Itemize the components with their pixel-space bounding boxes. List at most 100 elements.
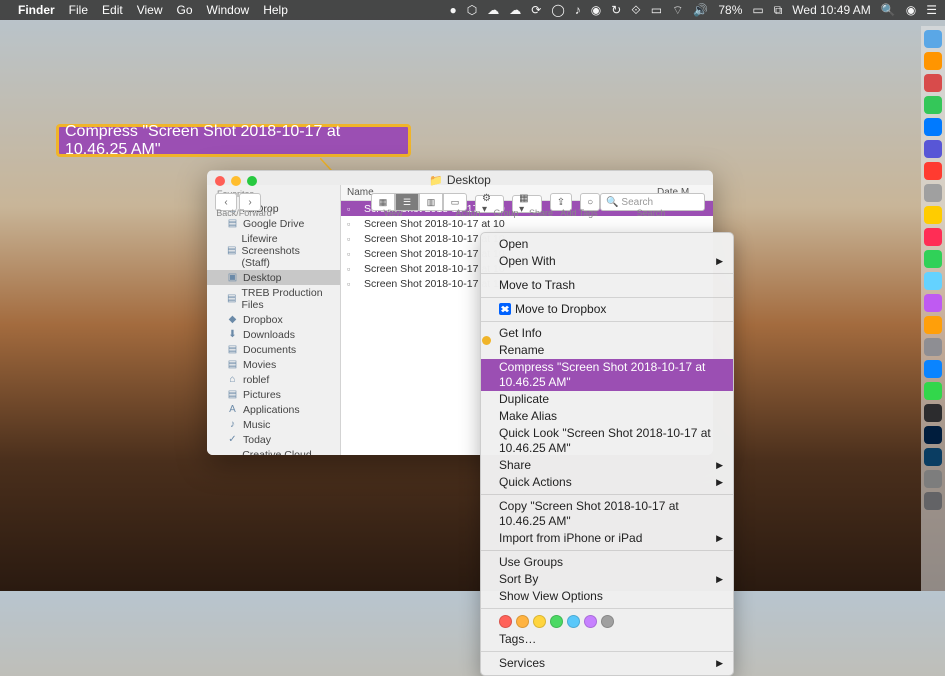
dock-app-icon[interactable] [924, 228, 942, 246]
services-menu-item[interactable]: Services▶ [481, 655, 733, 672]
switch-icon[interactable]: ⧉ [774, 3, 783, 18]
sidebar-item[interactable]: ⬇Downloads [207, 327, 340, 342]
spotlight-icon[interactable]: 🔍 [881, 3, 896, 17]
dock-app-icon[interactable] [924, 30, 942, 48]
dock-app-icon[interactable] [924, 426, 942, 444]
context-menu-item[interactable]: Move to Trash [481, 277, 733, 294]
volume-icon[interactable]: 🔊 [693, 3, 708, 17]
sidebar-item-label: TREB Production Files [241, 287, 330, 311]
menu-view[interactable]: View [137, 3, 163, 17]
context-menu-item[interactable]: Duplicate [481, 391, 733, 408]
dock-app-icon[interactable] [924, 360, 942, 378]
menu-file[interactable]: File [69, 3, 88, 17]
dock-app-icon[interactable] [924, 206, 942, 224]
mic-icon[interactable]: ◉ [591, 3, 601, 17]
context-menu-item[interactable]: Compress "Screen Shot 2018-10-17 at 10.4… [481, 359, 733, 391]
menu-separator [481, 321, 733, 322]
tag-color-dot[interactable] [533, 615, 546, 628]
context-menu-item[interactable]: Share▶ [481, 457, 733, 474]
sidebar-item[interactable]: ◆Dropbox [207, 312, 340, 327]
submenu-arrow-icon: ▶ [716, 475, 723, 490]
sidebar-item-icon: ⌂ [227, 374, 238, 385]
sync-icon[interactable]: ⟳ [531, 3, 541, 17]
timemachine-icon[interactable]: ↻ [611, 3, 621, 17]
sidebar-item[interactable]: ✓Today [207, 432, 340, 447]
dropbox-icon[interactable]: ⬡ [467, 3, 477, 17]
dock-app-icon[interactable] [924, 96, 942, 114]
sidebar-item[interactable]: ▤Movies [207, 357, 340, 372]
toolbar-labels: Back/Forward View Action Group Share Add… [215, 208, 705, 218]
dock-app-icon[interactable] [924, 250, 942, 268]
bell-icon[interactable]: ♪ [575, 3, 581, 17]
callout-highlight: Compress "Screen Shot 2018-10-17 at 10.4… [56, 124, 411, 157]
menu-window[interactable]: Window [207, 3, 250, 17]
sidebar-item[interactable]: AApplications [207, 402, 340, 417]
dock-app-icon[interactable] [924, 74, 942, 92]
airplay-icon[interactable]: ▭ [651, 3, 662, 17]
dock-app-icon[interactable] [924, 404, 942, 422]
dock-app-icon[interactable] [924, 162, 942, 180]
sidebar-item[interactable]: ▤Lifewire Screenshots (Staff) [207, 231, 340, 270]
tag-color-dot[interactable] [516, 615, 529, 628]
cloud-icon[interactable]: ☁ [487, 3, 499, 17]
submenu-arrow-icon: ▶ [716, 254, 723, 269]
battery-percent[interactable]: 78% [718, 3, 742, 17]
siri-icon[interactable]: ◉ [906, 3, 916, 17]
context-menu-item[interactable]: Rename [481, 342, 733, 359]
dock-app-icon[interactable] [924, 184, 942, 202]
dock-app-icon[interactable] [924, 382, 942, 400]
dock-app-icon[interactable] [924, 272, 942, 290]
context-menu-item[interactable]: Open [481, 236, 733, 253]
context-menu-item[interactable]: Sort By▶ [481, 571, 733, 588]
sidebar-item[interactable]: ▤Google Drive [207, 216, 340, 231]
sidebar-item[interactable]: ▣Desktop [207, 270, 340, 285]
context-menu-item[interactable]: Quick Look "Screen Shot 2018-10-17 at 10… [481, 425, 733, 457]
context-menu-item[interactable]: Get Info [481, 325, 733, 342]
context-menu-item[interactable]: Copy "Screen Shot 2018-10-17 at 10.46.25… [481, 498, 733, 530]
sidebar-item[interactable]: ▤Pictures [207, 387, 340, 402]
sidebar-item[interactable]: ▤Creative Cloud Files [207, 447, 340, 455]
tag-color-dot[interactable] [601, 615, 614, 628]
dock-app-icon[interactable] [924, 118, 942, 136]
file-name: Screen Shot 2018-10-17 at 10 [364, 218, 505, 230]
dock-app-icon[interactable] [924, 492, 942, 510]
circle-icon[interactable]: ◯ [551, 3, 564, 17]
cloud-sync-icon[interactable]: ☁ [509, 3, 521, 17]
notification-icon[interactable]: ☰ [926, 3, 937, 17]
clock[interactable]: Wed 10:49 AM [792, 3, 871, 17]
context-menu-item[interactable]: Open With ▶ [481, 253, 733, 270]
menu-help[interactable]: Help [263, 3, 288, 17]
dock-app-icon[interactable] [924, 52, 942, 70]
menu-item-label: Open With [499, 254, 556, 268]
dock-app-icon[interactable] [924, 316, 942, 334]
tag-color-dot[interactable] [567, 615, 580, 628]
wifi-icon[interactable]: ⌔ [672, 3, 683, 18]
context-menu-item[interactable]: Use Groups [481, 554, 733, 571]
sidebar-item[interactable]: ⌂roblef [207, 372, 340, 387]
tag-color-dot[interactable] [584, 615, 597, 628]
dock-app-icon[interactable] [924, 140, 942, 158]
context-menu-item[interactable]: Quick Actions▶ [481, 474, 733, 491]
dock-app-icon[interactable] [924, 448, 942, 466]
context-menu-item[interactable]: Import from iPhone or iPad▶ [481, 530, 733, 547]
menu-edit[interactable]: Edit [102, 3, 123, 17]
tag-color-dot[interactable] [499, 615, 512, 628]
sidebar-item-label: Creative Cloud Files [242, 449, 330, 456]
sidebar-item[interactable]: ▤TREB Production Files [207, 285, 340, 312]
context-menu-item[interactable]: Make Alias [481, 408, 733, 425]
battery-icon[interactable]: ▭ [752, 3, 763, 17]
submenu-arrow-icon: ▶ [716, 572, 723, 587]
bluetooth-icon[interactable]: ⟐ [631, 3, 640, 18]
dock-app-icon[interactable] [924, 338, 942, 356]
dock-app-icon[interactable] [924, 294, 942, 312]
sidebar-item[interactable]: ♪Music [207, 417, 340, 432]
context-menu-item[interactable]: Move to Dropbox [481, 301, 733, 318]
tag-color-dot[interactable] [550, 615, 563, 628]
file-row[interactable]: ▫Screen Shot 2018-10-17 at 10 [341, 216, 713, 231]
status-icon[interactable]: ● [450, 3, 457, 17]
tags-menu-item[interactable]: Tags… [481, 631, 733, 648]
menu-go[interactable]: Go [177, 3, 193, 17]
dock-app-icon[interactable] [924, 470, 942, 488]
app-name[interactable]: Finder [18, 3, 55, 17]
sidebar-item[interactable]: ▤Documents [207, 342, 340, 357]
